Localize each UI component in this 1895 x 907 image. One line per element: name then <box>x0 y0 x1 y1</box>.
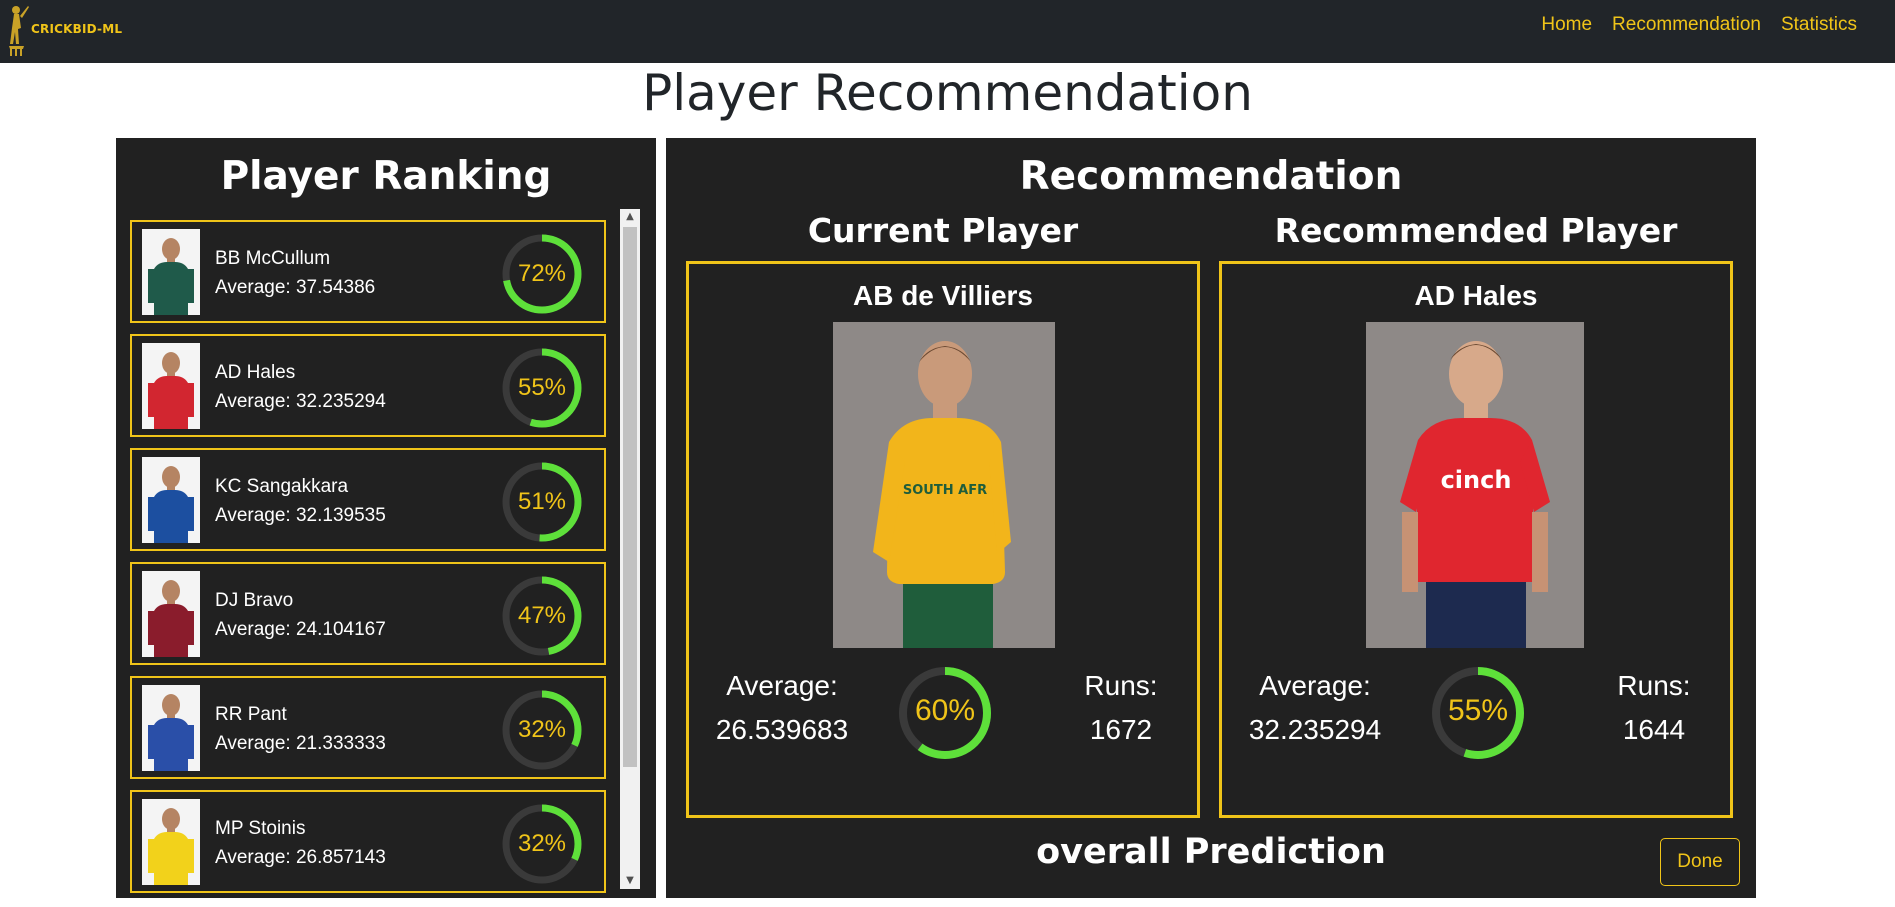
ranking-card[interactable]: DJ Bravo Average: 24.104167 47% <box>130 562 606 665</box>
ranking-player-name: BB McCullum <box>215 248 331 269</box>
recommended-jersey-text: cinch <box>1441 466 1512 494</box>
recommended-player-name: AD Hales <box>1414 280 1538 311</box>
ranking-card[interactable]: KC Sangakkara Average: 32.139535 51% <box>130 448 606 551</box>
player-thumbnail <box>142 799 200 885</box>
brand-name: CRICKBID-ML <box>31 22 123 36</box>
player-ranking-heading: Player Ranking <box>220 154 552 199</box>
recommended-average-label: Average: <box>1259 670 1371 701</box>
cricket-batsman-icon <box>4 2 30 62</box>
current-player-card: AB de Villiers SOUTH AFR Average: 26.539… <box>686 261 1200 818</box>
ranking-prediction-percent: 72% <box>517 260 567 287</box>
ranking-player-average: Average: 37.54386 <box>215 277 376 298</box>
ranking-player-name: AD Hales <box>215 362 296 383</box>
recommended-prediction-percent: 55% <box>1447 694 1509 727</box>
ranking-player-name: DJ Bravo <box>215 590 294 611</box>
ranking-player-average: Average: 24.104167 <box>215 619 386 640</box>
page-title: Player Recommendation <box>642 64 1253 122</box>
current-runs-label: Runs: <box>1084 670 1158 701</box>
ranking-player-name: KC Sangakkara <box>215 476 349 497</box>
scroll-up-arrow-icon[interactable]: ▲ <box>620 209 640 225</box>
ranking-scrollbar[interactable]: ▲ ▼ <box>620 209 640 889</box>
current-average-value: 26.539683 <box>715 714 849 745</box>
ranking-player-name: RR Pant <box>215 704 287 725</box>
nav-links: Home Recommendation Statistics <box>1541 14 1857 36</box>
ranking-prediction-ring: 55% <box>500 346 584 430</box>
ranking-prediction-percent: 32% <box>517 830 567 857</box>
current-player-name: AB de Villiers <box>852 280 1033 311</box>
ranking-card[interactable]: MP Stoinis Average: 26.857143 32% <box>130 790 606 893</box>
ranking-card[interactable]: BB McCullum Average: 37.54386 72% <box>130 220 606 323</box>
ranking-prediction-ring: 72% <box>500 232 584 316</box>
current-jersey-text: SOUTH AFR <box>903 483 987 498</box>
ranking-prediction-percent: 51% <box>517 488 567 515</box>
ranking-player-average: Average: 26.857143 <box>215 847 386 868</box>
ranking-card[interactable]: AD Hales Average: 32.235294 55% <box>130 334 606 437</box>
ranking-prediction-percent: 55% <box>517 374 567 401</box>
nav-link-statistics[interactable]: Statistics <box>1781 14 1857 36</box>
brand[interactable]: CRICKBID-ML <box>4 2 122 62</box>
ranking-prediction-percent: 32% <box>517 716 567 743</box>
done-button[interactable]: Done <box>1660 838 1740 886</box>
scroll-thumb[interactable] <box>623 227 637 767</box>
overall-prediction-heading: overall Prediction <box>1036 832 1386 872</box>
player-thumbnail <box>142 457 200 543</box>
recommended-runs-value: 1644 <box>1622 714 1686 745</box>
current-runs-value: 1672 <box>1089 714 1153 745</box>
ranking-prediction-ring: 47% <box>500 574 584 658</box>
player-thumbnail <box>142 229 200 315</box>
player-thumbnail <box>142 343 200 429</box>
ranking-player-average: Average: 32.139535 <box>215 505 386 526</box>
ranking-player-average: Average: 32.235294 <box>215 391 386 412</box>
recommended-prediction-ring: 55% <box>1429 664 1527 762</box>
ranking-prediction-percent: 47% <box>517 602 567 629</box>
recommendation-panel: Recommendation Current Player Recommende… <box>666 138 1756 898</box>
current-prediction-ring: 60% <box>896 664 994 762</box>
current-average-label: Average: <box>726 670 838 701</box>
current-prediction-percent: 60% <box>914 694 976 727</box>
ranking-player-average: Average: 21.333333 <box>215 733 386 754</box>
ranking-prediction-ring: 32% <box>500 688 584 772</box>
ranking-player-name: MP Stoinis <box>215 818 306 839</box>
recommended-player-heading: Recommended Player <box>1274 211 1678 250</box>
ranking-list: BB McCullum Average: 37.54386 72% AD Hal… <box>130 220 606 898</box>
recommended-player-photo: cinch <box>1366 322 1584 648</box>
player-ranking-panel: Player Ranking BB McCullum Average: 37.5… <box>116 138 656 898</box>
current-player-photo: SOUTH AFR <box>833 322 1055 648</box>
recommendation-heading: Recommendation <box>1019 154 1403 199</box>
navbar: CRICKBID-ML Home Recommendation Statisti… <box>0 0 1895 63</box>
nav-link-recommendation[interactable]: Recommendation <box>1612 14 1761 36</box>
player-thumbnail <box>142 571 200 657</box>
recommended-player-card: AD Hales cinch Average: 32.235294 55% Ru… <box>1219 261 1733 818</box>
ranking-card[interactable]: RR Pant Average: 21.333333 32% <box>130 676 606 779</box>
scroll-down-arrow-icon[interactable]: ▼ <box>620 873 640 889</box>
recommended-average-value: 32.235294 <box>1248 714 1382 745</box>
nav-link-home[interactable]: Home <box>1541 14 1592 36</box>
player-thumbnail <box>142 685 200 771</box>
ranking-prediction-ring: 51% <box>500 460 584 544</box>
ranking-prediction-ring: 32% <box>500 802 584 886</box>
recommended-runs-label: Runs: <box>1617 670 1691 701</box>
current-player-heading: Current Player <box>807 211 1079 250</box>
